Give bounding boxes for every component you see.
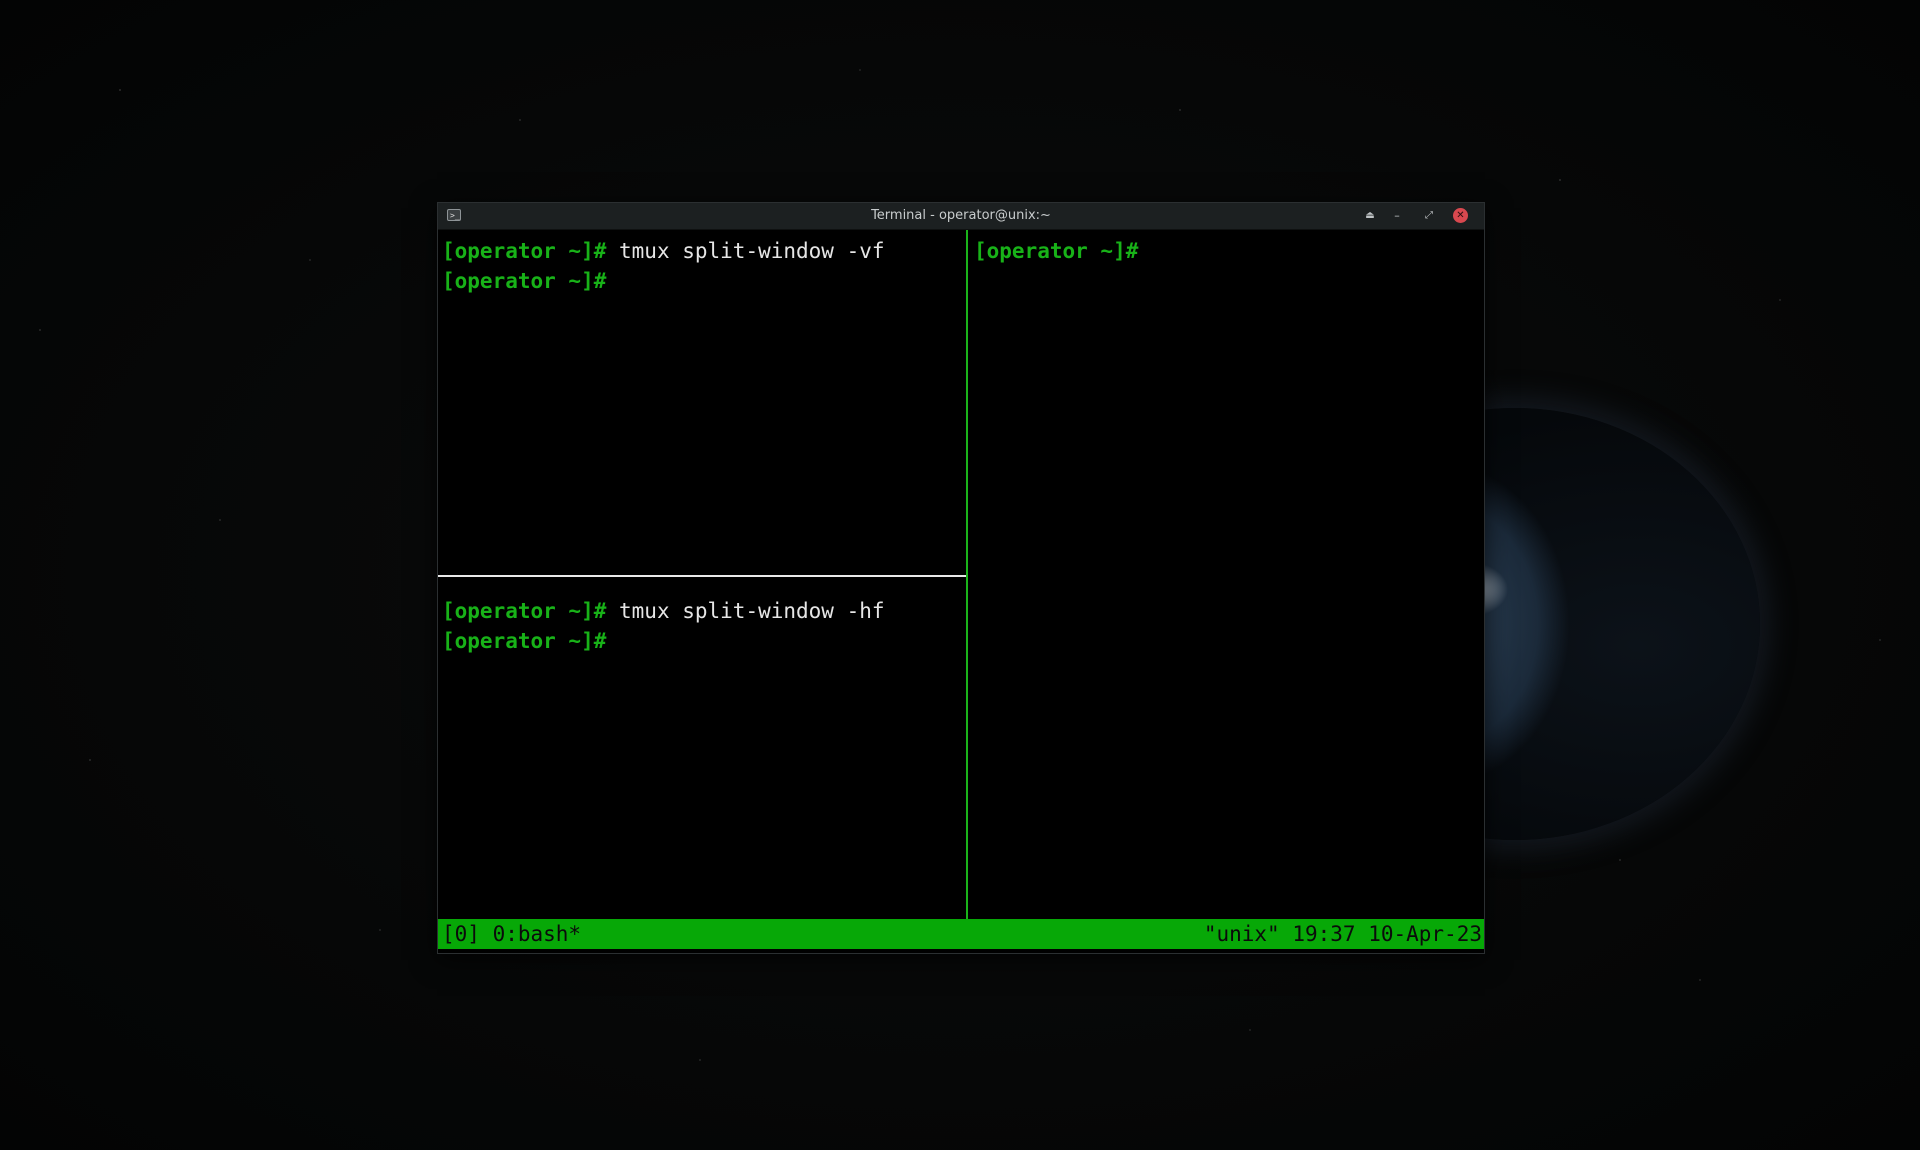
pane-divider-vertical[interactable] <box>966 230 968 919</box>
maximize-button[interactable]: ⤢ <box>1421 208 1437 224</box>
status-host-clock: "unix" 19:37 10-Apr-23 <box>1203 922 1482 946</box>
keep-above-button[interactable]: ⏏ <box>1362 208 1378 224</box>
terminal-line: [operator ~]# <box>974 236 1480 266</box>
shell-prompt: [operator ~]# <box>442 269 607 293</box>
tmux-pane-right[interactable]: [operator ~]# <box>974 236 1480 926</box>
terminal-line: [operator ~]# tmux split-window -hf <box>442 596 964 626</box>
pane-divider-horizontal[interactable] <box>438 575 966 577</box>
shell-prompt: [operator ~]# <box>442 599 607 623</box>
terminal-content[interactable]: [operator ~]# tmux split-window -vf [ope… <box>438 230 1484 953</box>
tmux-pane-top-left[interactable]: [operator ~]# tmux split-window -vf [ope… <box>442 236 964 576</box>
terminal-line: [operator ~]# <box>442 626 964 656</box>
shell-prompt: [operator ~]# <box>442 239 607 263</box>
minimize-button[interactable]: – <box>1389 208 1405 224</box>
window-title: Terminal - operator@unix:~ <box>871 208 1051 223</box>
shell-command: tmux split-window -hf <box>606 599 885 623</box>
tmux-pane-bottom-left[interactable]: [operator ~]# tmux split-window -hf [ope… <box>442 596 964 931</box>
terminal-window[interactable]: >_ Terminal - operator@unix:~ ⏏ – ⤢ ✕ [o… <box>437 202 1485 954</box>
terminal-line: [operator ~]# tmux split-window -vf <box>442 236 964 266</box>
status-window-list[interactable]: [0] 0:bash* <box>442 919 581 949</box>
shell-prompt: [operator ~]# <box>442 629 607 653</box>
close-button[interactable]: ✕ <box>1453 208 1468 223</box>
shell-prompt: [operator ~]# <box>974 239 1139 263</box>
terminal-line: [operator ~]# <box>442 266 964 296</box>
window-titlebar[interactable]: >_ Terminal - operator@unix:~ ⏏ – ⤢ ✕ <box>438 203 1484 230</box>
tmux-status-bar: [0] 0:bash* "unix" 19:37 10-Apr-23 <box>438 919 1484 949</box>
shell-command: tmux split-window -vf <box>606 239 885 263</box>
